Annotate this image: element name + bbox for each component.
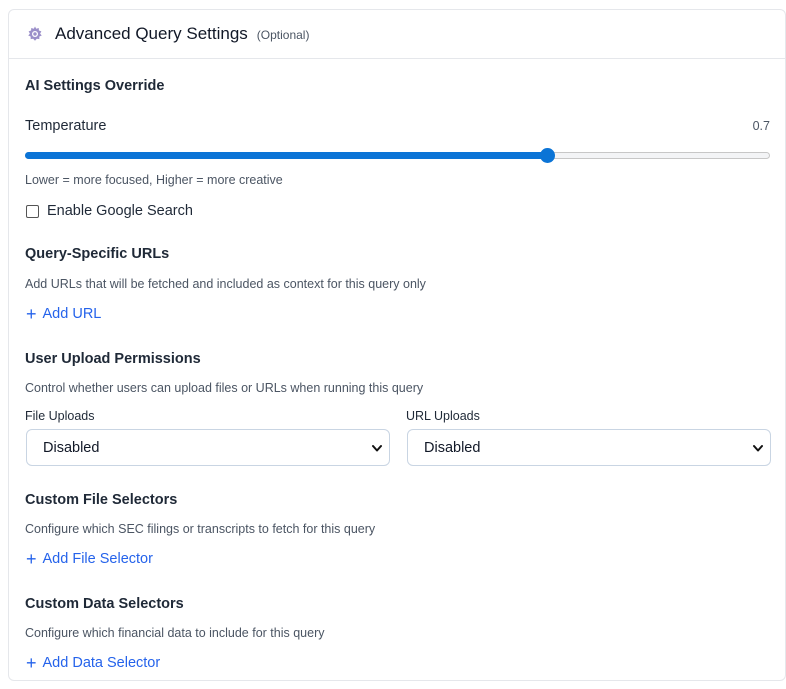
temperature-slider[interactable] bbox=[25, 148, 770, 163]
file-uploads-value: Disabled bbox=[43, 439, 100, 456]
file-selectors-title: Custom File Selectors bbox=[25, 492, 178, 508]
add-file-selector-button[interactable]: + Add File Selector bbox=[26, 550, 153, 568]
file-uploads-select[interactable]: Disabled bbox=[26, 429, 390, 466]
file-uploads-label: File Uploads bbox=[25, 409, 95, 423]
data-selectors-title: Custom Data Selectors bbox=[25, 596, 184, 612]
url-uploads-select[interactable]: Disabled bbox=[407, 429, 771, 466]
slider-fill bbox=[25, 152, 547, 159]
panel-title: Advanced Query Settings bbox=[55, 24, 248, 43]
query-urls-desc: Add URLs that will be fetched and includ… bbox=[25, 277, 426, 291]
add-url-label: Add URL bbox=[42, 306, 102, 322]
ai-settings-title: AI Settings Override bbox=[25, 78, 165, 94]
google-search-option[interactable]: Enable Google Search bbox=[25, 203, 193, 219]
gear-icon bbox=[26, 25, 44, 43]
upload-permissions-title: User Upload Permissions bbox=[25, 351, 201, 367]
add-file-selector-label: Add File Selector bbox=[42, 551, 153, 567]
plus-icon: + bbox=[26, 549, 37, 569]
optional-tag: (Optional) bbox=[256, 27, 310, 42]
plus-icon: + bbox=[26, 304, 37, 324]
plus-icon: + bbox=[26, 653, 37, 673]
chevron-down-icon bbox=[371, 442, 383, 454]
chevron-down-icon bbox=[752, 442, 764, 454]
google-search-label[interactable]: Enable Google Search bbox=[47, 203, 193, 219]
google-search-checkbox[interactable] bbox=[26, 204, 39, 218]
panel-header[interactable]: Advanced Query Settings (Optional) bbox=[9, 10, 785, 59]
temperature-label: Temperature bbox=[25, 118, 107, 134]
upload-permissions-desc: Control whether users can upload files o… bbox=[25, 381, 424, 395]
temperature-value: 0.7 bbox=[752, 119, 770, 133]
url-uploads-label: URL Uploads bbox=[406, 409, 480, 423]
url-uploads-value: Disabled bbox=[424, 439, 481, 456]
slider-thumb[interactable] bbox=[540, 148, 555, 163]
file-selectors-desc: Configure which SEC filings or transcrip… bbox=[25, 522, 376, 536]
add-data-selector-button[interactable]: + Add Data Selector bbox=[26, 654, 160, 672]
advanced-settings-panel: Advanced Query Settings (Optional) AI Se… bbox=[8, 9, 786, 681]
temperature-hint: Lower = more focused, Higher = more crea… bbox=[25, 173, 283, 187]
add-data-selector-label: Add Data Selector bbox=[42, 655, 161, 671]
query-urls-title: Query-Specific URLs bbox=[25, 246, 170, 262]
add-url-button[interactable]: + Add URL bbox=[26, 305, 101, 323]
data-selectors-desc: Configure which financial data to includ… bbox=[25, 626, 325, 640]
